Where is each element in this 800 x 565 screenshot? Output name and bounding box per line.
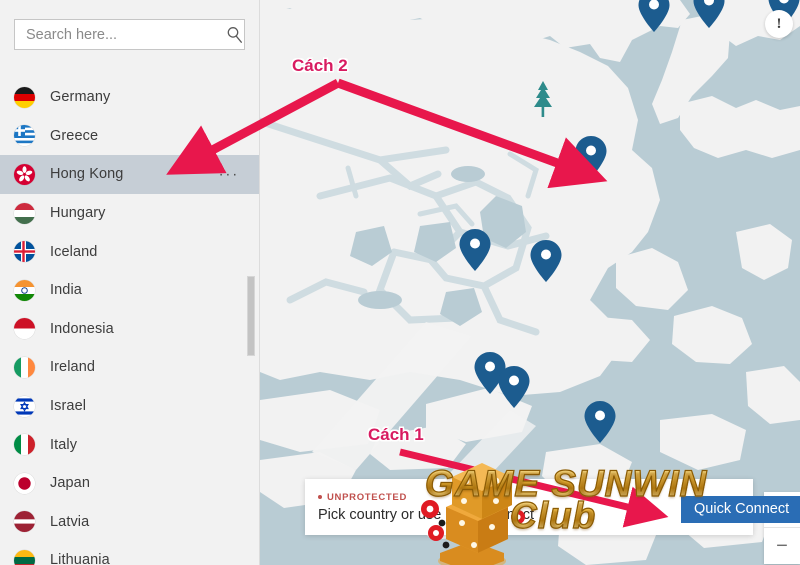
sidebar-item-india[interactable]: India — [0, 271, 259, 310]
country-label: Greece — [50, 127, 99, 144]
ireland-flag-icon — [14, 356, 35, 378]
map-pin[interactable] — [635, 0, 673, 34]
vpn-app-window: Germany Greece Hong Kong ··· Hungary Iceland I… — [0, 0, 800, 565]
greece-flag-icon — [14, 125, 35, 147]
map-pin[interactable] — [581, 399, 619, 445]
sidebar-item-italy[interactable]: Italy — [0, 425, 259, 464]
country-list[interactable]: Germany Greece Hong Kong ··· Hungary Iceland I… — [0, 78, 259, 565]
map-pin[interactable] — [527, 238, 565, 284]
country-label: Germany — [50, 89, 111, 106]
status-dot-icon — [318, 495, 322, 499]
india-flag-icon — [14, 279, 35, 301]
country-label: Hong Kong — [50, 166, 124, 183]
map-info-badge[interactable]: ! — [765, 10, 793, 38]
country-label: Israel — [50, 398, 87, 415]
iceland-flag-icon — [14, 241, 35, 263]
country-label: Indonesia — [50, 320, 114, 337]
sidebar-item-germany[interactable]: Germany — [0, 78, 259, 117]
status-text-block: UNPROTECTED Pick country or use quick co… — [305, 492, 534, 523]
quick-connect-button[interactable]: Quick Connect — [681, 496, 800, 523]
sidebar-item-indonesia[interactable]: Indonesia — [0, 310, 259, 349]
country-label: Ireland — [50, 359, 96, 376]
germany-flag-icon — [14, 86, 35, 108]
sidebar-item-ireland[interactable]: Ireland — [0, 348, 259, 387]
country-sidebar: Germany Greece Hong Kong ··· Hungary Iceland I… — [0, 0, 260, 565]
sidebar-item-hong-kong[interactable]: Hong Kong ··· — [0, 155, 259, 194]
country-label: Japan — [50, 475, 91, 492]
country-label: Iceland — [50, 243, 98, 260]
sidebar-item-hungary[interactable]: Hungary — [0, 194, 259, 233]
zoom-out-button[interactable]: − — [764, 528, 800, 564]
country-list-scrollbar-thumb[interactable] — [247, 276, 255, 356]
country-label: Hungary — [50, 205, 106, 222]
country-label: Italy — [50, 436, 78, 453]
world-map[interactable]: ! + − UNPROTECTED Pick country or use qu… — [260, 0, 800, 565]
map-pin[interactable] — [572, 134, 610, 180]
sidebar-item-greece[interactable]: Greece — [0, 117, 259, 156]
status-message: Pick country or use quick connect — [318, 506, 534, 523]
country-label: Lithuania — [50, 552, 110, 565]
status-badge: UNPROTECTED — [318, 492, 534, 503]
country-label: Latvia — [50, 513, 90, 530]
indonesia-flag-icon — [14, 318, 35, 340]
row-overflow-menu-button[interactable]: ··· — [219, 167, 239, 182]
italy-flag-icon — [14, 434, 35, 456]
israel-flag-icon — [14, 395, 35, 417]
connection-status-bar: UNPROTECTED Pick country or use quick co… — [305, 479, 800, 535]
latvia-flag-icon — [14, 511, 35, 533]
hungary-flag-icon — [14, 202, 35, 224]
sidebar-item-latvia[interactable]: Latvia — [0, 503, 259, 542]
sidebar-item-lithuania[interactable]: Lithuania — [0, 541, 259, 565]
map-pin[interactable] — [456, 227, 494, 273]
map-pin[interactable] — [690, 0, 728, 30]
country-label: India — [50, 282, 82, 299]
search-icon[interactable] — [219, 20, 249, 49]
lithuania-flag-icon — [14, 549, 35, 565]
japan-flag-icon — [14, 472, 35, 494]
status-badge-label: UNPROTECTED — [327, 491, 408, 503]
hong-kong-flag-icon — [14, 163, 35, 185]
sidebar-item-israel[interactable]: Israel — [0, 387, 259, 426]
map-pin[interactable] — [495, 364, 533, 410]
search-input[interactable] — [15, 20, 219, 49]
search-box[interactable] — [14, 19, 245, 50]
sidebar-item-iceland[interactable]: Iceland — [0, 232, 259, 271]
sidebar-item-japan[interactable]: Japan — [0, 464, 259, 503]
